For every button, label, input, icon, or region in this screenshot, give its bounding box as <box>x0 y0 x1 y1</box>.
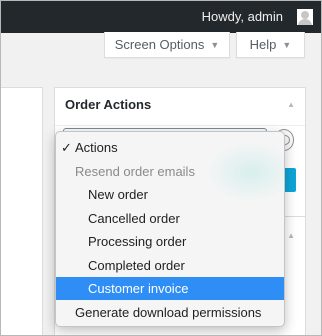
option-label: Generate download permissions <box>75 305 262 320</box>
user-avatar-icon[interactable] <box>297 9 313 25</box>
option-label: Actions <box>75 140 118 155</box>
help-button[interactable]: Help ▼ <box>236 32 305 58</box>
dropdown-option-actions[interactable]: ✓ Actions <box>56 136 284 159</box>
order-actions-title: Order Actions <box>65 97 152 112</box>
dropdown-option-new-order[interactable]: New order <box>56 183 284 206</box>
dropdown-option-processing-order[interactable]: Processing order <box>56 230 284 253</box>
order-action-dropdown[interactable]: ✓ Actions Resend order emails New order … <box>55 131 285 327</box>
howdy-greeting[interactable]: Howdy, admin <box>202 1 283 33</box>
postbox-divider <box>55 125 305 126</box>
checkmark-icon: ✓ <box>61 140 72 155</box>
option-label: Cancelled order <box>88 211 180 226</box>
admin-bar: Howdy, admin <box>1 1 321 33</box>
option-label: Customer invoice <box>88 281 189 296</box>
triangle-up-icon[interactable]: ▲ <box>287 231 295 240</box>
dropdown-option-completed-order[interactable]: Completed order <box>56 254 284 277</box>
option-label: Completed order <box>88 258 185 273</box>
group-label: Resend order emails <box>75 164 195 179</box>
help-label: Help <box>249 37 277 52</box>
dropdown-option-customer-invoice[interactable]: Customer invoice <box>56 277 284 300</box>
avatar-body <box>298 19 312 25</box>
screen-options-button[interactable]: Screen Options ▼ <box>104 32 230 58</box>
dropdown-group-resend-emails: Resend order emails <box>56 160 284 183</box>
triangle-down-icon: ▼ <box>210 40 220 50</box>
screenshot-frame: Howdy, admin Screen Options ▼ Help ▼ Order… <box>0 0 322 336</box>
option-label: Processing order <box>88 234 187 249</box>
option-label: New order <box>88 187 148 202</box>
dropdown-option-generate-download-permissions[interactable]: Generate download permissions <box>56 301 284 324</box>
dropdown-option-cancelled-order[interactable]: Cancelled order <box>56 207 284 230</box>
main-content-panel <box>1 87 43 335</box>
screen-options-label: Screen Options <box>114 37 205 52</box>
triangle-up-icon[interactable]: ▲ <box>287 100 295 109</box>
triangle-down-icon: ▼ <box>282 40 292 50</box>
avatar-head <box>301 11 309 19</box>
